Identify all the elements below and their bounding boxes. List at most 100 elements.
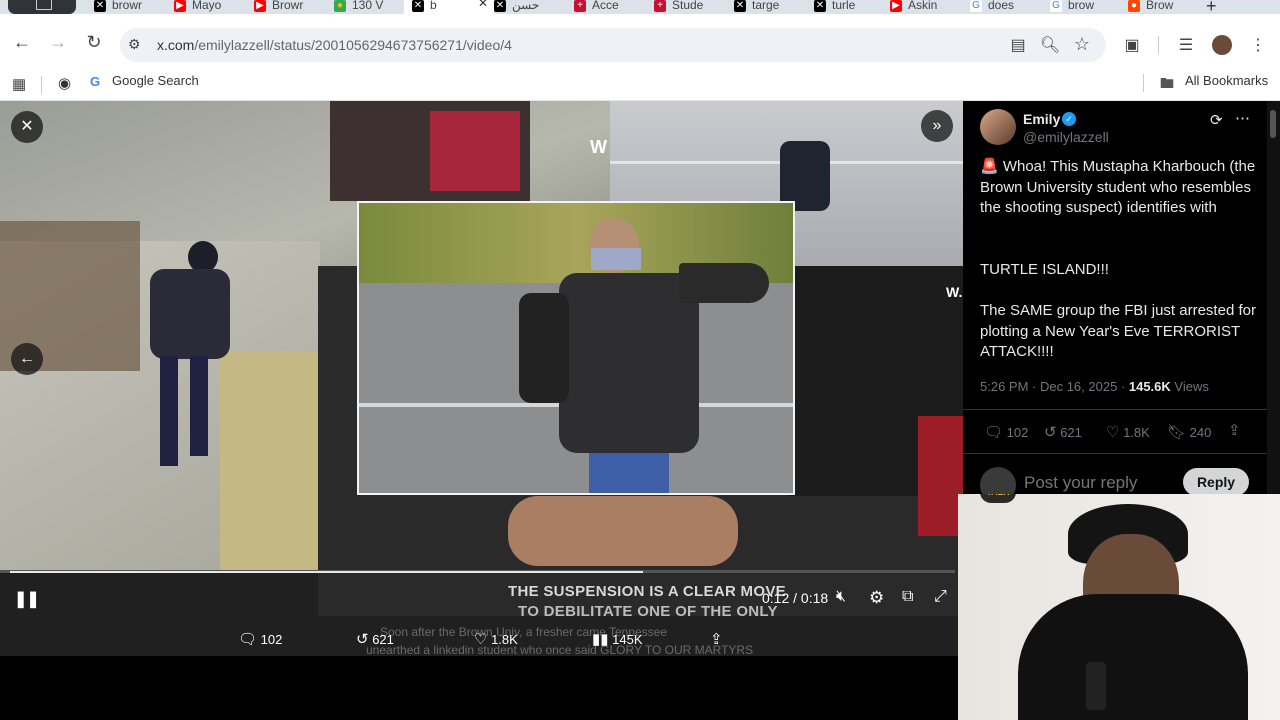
tab-item[interactable]: ● 130 V	[334, 0, 410, 14]
tab-label: browr	[112, 0, 143, 12]
repost-button[interactable]: ↺ 621	[1044, 423, 1082, 441]
forward-button[interactable]: →	[46, 30, 70, 54]
tweet-text-1: 🚨 Whoa! This Mustapha Kharbouch (the Bro…	[980, 158, 1256, 216]
google-icon: G	[90, 74, 101, 89]
tab-item[interactable]: ✕ b ✕	[404, 0, 494, 14]
tab-item[interactable]: Gdoes	[970, 0, 1046, 14]
tab-item[interactable]: ✕ targe	[734, 0, 810, 14]
picture-in-picture-button[interactable]: ⧉	[902, 588, 913, 606]
tweet-timestamp[interactable]: 5:26 PM · Dec 16, 2025 ·	[980, 379, 1129, 394]
tab-item[interactable]: ✕ browr	[94, 0, 170, 14]
install-app-icon[interactable]: ▤	[1007, 35, 1029, 55]
tweet-text-2: TURTLE ISLAND!!!	[980, 261, 1109, 278]
uk-flag-icon: +	[574, 0, 586, 12]
cast-icon[interactable]: ▣	[1121, 35, 1143, 55]
tab-label: Mayo	[192, 0, 222, 12]
media-controls-icon[interactable]: ☰	[1175, 35, 1197, 55]
video-inset-photo	[357, 201, 795, 495]
figure-body	[150, 269, 230, 359]
divider	[963, 453, 1267, 454]
mute-button[interactable]: 🔇︎	[836, 588, 846, 606]
bookmark-button[interactable]: 🔖︎ 240	[1167, 423, 1211, 441]
site-settings-icon[interactable]: ⚙	[128, 36, 141, 53]
bookmarks-bar: ▦ ◉ G Google Search 🖿︎ All Bookmarks	[0, 70, 1280, 101]
reply-submit-button[interactable]: Reply	[1183, 468, 1249, 496]
video-time: 0:12 / 0:18	[762, 590, 829, 606]
tab-item[interactable]: ▶ Mayo	[174, 0, 250, 14]
google-search-bookmark[interactable]: Google Search	[112, 73, 199, 88]
megaphone	[679, 263, 769, 303]
apps-grid-icon[interactable]: ▦	[12, 75, 26, 93]
youtube-icon: ▶	[254, 0, 266, 12]
author-name[interactable]: Emily	[1023, 111, 1060, 127]
tab-item[interactable]: ✕ turle	[814, 0, 890, 14]
profile-avatar[interactable]	[1212, 35, 1232, 55]
bookmark-star-icon[interactable]: ☆	[1071, 34, 1093, 55]
tab-item[interactable]: ▶ Browr	[254, 0, 330, 14]
watermark-text: W	[590, 137, 607, 157]
reply-input[interactable]: Post your reply	[1024, 473, 1137, 493]
red-accent	[918, 416, 963, 536]
menu-icon[interactable]: ⋮	[1247, 35, 1269, 55]
url-text[interactable]: x.com/emilylazzell/status/20010562946737…	[157, 37, 512, 53]
backpack	[519, 293, 569, 403]
tab-item[interactable]: Gbrow	[1050, 0, 1126, 14]
tab-item[interactable]: ▶ Askin	[890, 0, 966, 14]
gear-icon: ⚙	[869, 588, 885, 607]
scrollbar[interactable]	[1267, 101, 1280, 496]
tab-label: 130 V	[352, 0, 384, 12]
like-count: 1.8K	[1123, 425, 1150, 440]
close-icon: ✕	[20, 118, 34, 135]
x-icon: ✕	[734, 0, 746, 12]
previous-button[interactable]: ←	[11, 343, 43, 375]
x-icon: ✕	[412, 0, 424, 12]
globe-icon[interactable]: ◉	[58, 74, 71, 92]
tweet-views-label: Views	[1170, 379, 1209, 394]
profile-tab-button[interactable]	[8, 0, 76, 14]
video-replies-button[interactable]: 🗨︎ 102	[238, 630, 282, 648]
author-avatar[interactable]	[980, 109, 1016, 145]
grok-button[interactable]: ⟳	[1210, 111, 1223, 129]
reply-button[interactable]: 🗨︎ 102	[984, 423, 1028, 441]
like-button[interactable]: ♡ 1.8K	[1106, 423, 1150, 441]
tab-item[interactable]: + Stude	[654, 0, 730, 14]
expand-sidebar-button[interactable]: »	[921, 110, 953, 142]
more-options-button[interactable]: ⋯	[1235, 109, 1250, 127]
video-progress-fill	[10, 571, 643, 573]
settings-button[interactable]: ⚙	[869, 588, 884, 608]
video-views-button[interactable]: ▮▮ 145K	[592, 630, 643, 648]
bookmark-divider	[41, 76, 42, 94]
share-button[interactable]: ⇪	[1228, 421, 1241, 439]
back-button[interactable]: ←	[10, 30, 34, 54]
video-reposts-button[interactable]: ↺ 621	[356, 630, 394, 648]
tab-label: حسن	[512, 0, 540, 12]
hand-shape	[508, 496, 738, 566]
tab-close-icon[interactable]: ✕	[478, 0, 488, 9]
author-handle[interactable]: @emilylazzell	[1023, 129, 1109, 145]
google-icon: G	[970, 0, 982, 12]
video-share-button[interactable]: ⇪	[710, 630, 723, 648]
scrollbar-thumb[interactable]	[1270, 110, 1276, 138]
tab-label: Askin	[908, 0, 938, 12]
tab-label: b	[430, 0, 437, 12]
taxi-shape	[220, 351, 320, 571]
all-bookmarks-button[interactable]: All Bookmarks	[1185, 73, 1268, 88]
window-icon	[36, 0, 52, 10]
fullscreen-button[interactable]: ⤢	[934, 588, 947, 606]
tab-item[interactable]: ✕ حسن	[494, 0, 570, 14]
video-likes-button[interactable]: ♡ 1.8K	[474, 630, 518, 648]
tweet-meta: 5:26 PM · Dec 16, 2025 · 145.6K Views	[980, 379, 1209, 394]
figure-leg	[190, 356, 208, 456]
pause-button[interactable]: ❚❚	[14, 589, 40, 609]
youtube-icon: ▶	[174, 0, 186, 12]
figure-leg	[160, 356, 178, 466]
tab-strip: ✕ browr ▶ Mayo ▶ Browr ● 130 V ✕ b ✕ ✕ حسن + Acce + Stud…	[0, 0, 1280, 14]
tab-item[interactable]: ● Brow	[1128, 0, 1204, 14]
url-path: /emilylazzell/status/2001056294673756271…	[194, 37, 512, 53]
zoom-icon[interactable]: 🔍︎	[1039, 35, 1061, 55]
reload-button[interactable]: ↻	[82, 30, 106, 54]
close-button[interactable]: ✕	[11, 111, 43, 143]
tab-item[interactable]: + Acce	[574, 0, 650, 14]
new-tab-button[interactable]: +	[1206, 0, 1217, 14]
x-icon: ✕	[814, 0, 826, 12]
